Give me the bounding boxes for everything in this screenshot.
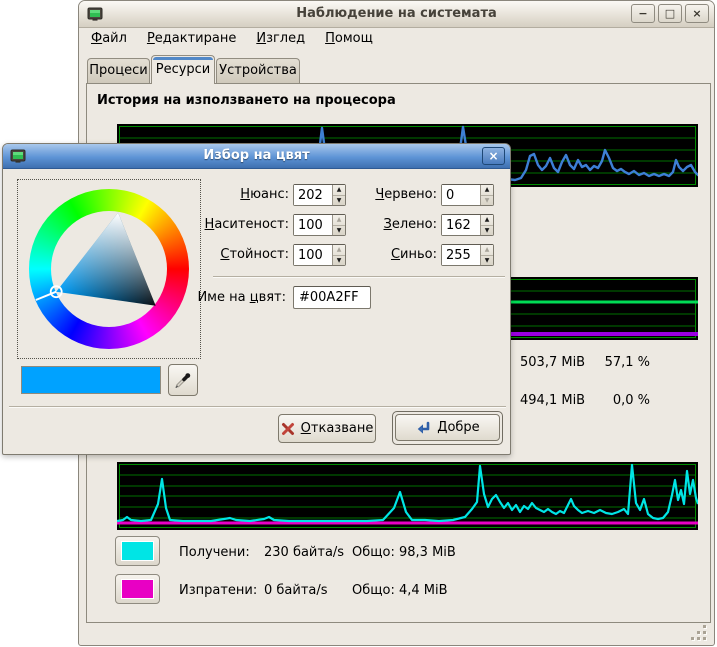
- blue-label: Синьо:: [343, 244, 437, 266]
- received-color-button[interactable]: [115, 536, 160, 566]
- buttons-separator: [9, 406, 506, 408]
- color-name-label: Име на цвят:: [149, 286, 286, 309]
- dialog-close-icon[interactable]: ×: [482, 147, 505, 165]
- eyedropper-button[interactable]: [168, 364, 198, 396]
- red-down-icon[interactable]: ▼: [481, 196, 493, 206]
- resize-grip[interactable]: [692, 625, 706, 639]
- received-color-swatch: [121, 541, 154, 561]
- maximize-icon[interactable]: □: [658, 4, 682, 23]
- ok-button-label: Добре: [437, 420, 479, 435]
- minimize-icon[interactable]: −: [631, 4, 655, 23]
- fields-separator: [213, 276, 505, 278]
- menubar: Файл Редактиране Изглед Помощ: [85, 29, 379, 51]
- color-picker-dialog: Избор на цвят × Нюанс:: [2, 143, 511, 455]
- tab-devices[interactable]: Устройства: [216, 58, 300, 83]
- received-label: Получени:: [179, 545, 250, 561]
- memory-used-value: 503,7 MiB: [520, 355, 585, 371]
- blue-input[interactable]: [442, 245, 480, 265]
- menu-help[interactable]: Помощ: [319, 29, 379, 51]
- tab-processes[interactable]: Процеси: [87, 58, 150, 83]
- sent-color-button[interactable]: [115, 574, 160, 604]
- value-input[interactable]: [294, 245, 332, 265]
- saturation-input[interactable]: [294, 215, 332, 235]
- hue-label: Нюанс:: [185, 184, 289, 206]
- received-total-label: Общо:: [352, 545, 395, 561]
- received-total: 98,3 MiB: [399, 545, 456, 561]
- dialog-title: Избор на цвят: [3, 148, 510, 163]
- sv-triangle[interactable]: [18, 180, 200, 358]
- hue-input[interactable]: [294, 185, 332, 205]
- hue-spinner[interactable]: ▲▼: [293, 184, 346, 206]
- menu-file[interactable]: Файл: [85, 29, 133, 51]
- cancel-button-label: Отказване: [301, 421, 374, 436]
- main-window-titlebar[interactable]: Наблюдение на системата − □ ×: [79, 1, 714, 28]
- green-input[interactable]: [442, 215, 480, 235]
- red-spinner[interactable]: ▲▼: [441, 184, 494, 206]
- color-wheel-area[interactable]: [17, 179, 201, 359]
- sent-total: 4,4 MiB: [399, 583, 448, 599]
- ok-button[interactable]: Добре: [395, 414, 500, 441]
- cpu-section-title: История на използването на процесора: [97, 93, 396, 108]
- eyedropper-icon: [174, 371, 192, 389]
- value-spinner[interactable]: ▲▼: [293, 244, 346, 266]
- value-label: Стойност:: [185, 244, 289, 266]
- color-name-input[interactable]: [293, 286, 371, 309]
- blue-up-icon[interactable]: ▲: [481, 245, 493, 256]
- tab-resources-label: Ресурси: [156, 62, 211, 77]
- network-received-line: [117, 465, 698, 521]
- tab-resources[interactable]: Ресурси: [151, 55, 215, 84]
- main-window-title: Наблюдение на системата: [79, 6, 714, 21]
- network-history-chart: [117, 462, 698, 530]
- dialog-titlebar[interactable]: Избор на цвят ×: [3, 144, 510, 169]
- blue-spinner[interactable]: ▲▼: [441, 244, 494, 266]
- ok-button-default-ring: Добре: [392, 411, 503, 445]
- active-tab-stripe: [153, 57, 213, 60]
- cancel-x-icon: [281, 422, 295, 436]
- saturation-spinner[interactable]: ▲▼: [293, 214, 346, 236]
- color-preview: [21, 366, 161, 394]
- blue-down-icon[interactable]: ▼: [481, 256, 493, 266]
- swap-used-value: 494,1 MiB: [520, 393, 585, 409]
- sent-label: Изпратени:: [179, 583, 257, 599]
- ok-enter-icon: [415, 421, 431, 435]
- sent-color-swatch: [121, 579, 154, 599]
- swap-used-percent: 0,0 %: [584, 393, 650, 409]
- green-label: Зелено:: [343, 214, 437, 236]
- received-rate: 230 байта/s: [264, 545, 344, 561]
- red-input[interactable]: [442, 185, 480, 205]
- close-icon[interactable]: ×: [685, 4, 709, 23]
- sent-total-label: Общо:: [352, 583, 395, 599]
- cancel-button[interactable]: Отказване: [278, 414, 376, 443]
- menu-edit[interactable]: Редактиране: [141, 29, 242, 51]
- green-down-icon[interactable]: ▼: [481, 226, 493, 236]
- menu-view[interactable]: Изглед: [250, 29, 311, 51]
- green-spinner[interactable]: ▲▼: [441, 214, 494, 236]
- red-label: Червено:: [343, 184, 437, 206]
- sent-rate: 0 байта/s: [264, 583, 328, 599]
- red-up-icon[interactable]: ▲: [481, 185, 493, 196]
- green-up-icon[interactable]: ▲: [481, 215, 493, 226]
- saturation-label: Наситеност:: [185, 214, 289, 236]
- memory-used-percent: 57,1 %: [584, 355, 650, 371]
